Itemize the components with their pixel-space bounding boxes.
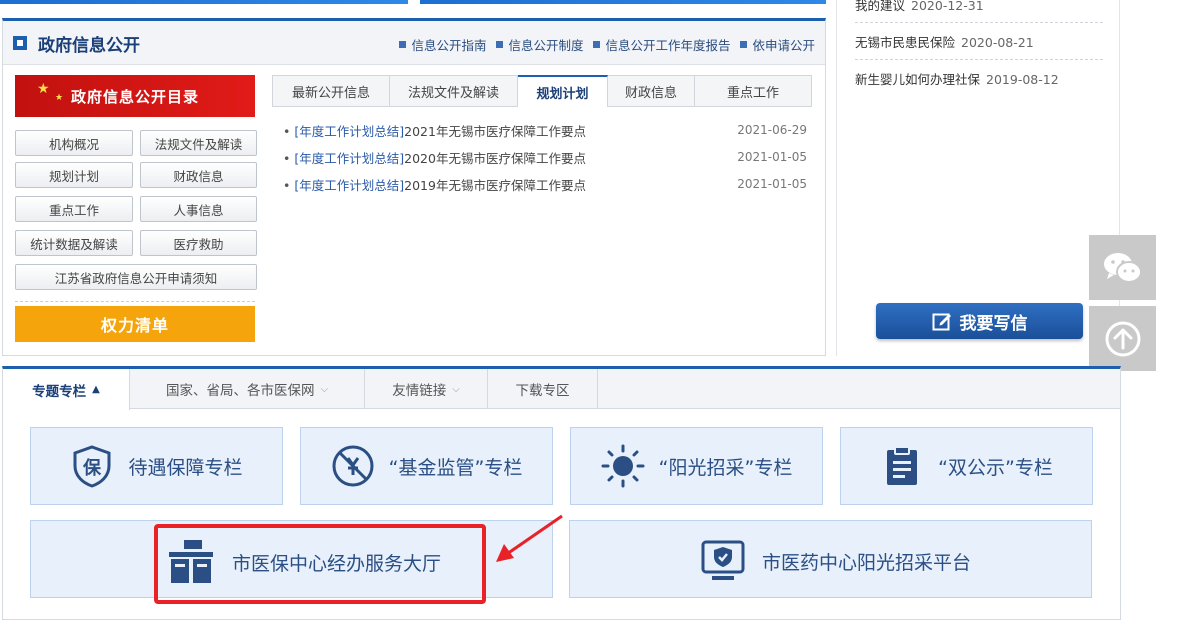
tab-special-topics[interactable]: 专题专栏 ▲ xyxy=(3,369,130,410)
star-icon: ★ xyxy=(55,93,65,103)
tab-planning[interactable]: 规划计划 xyxy=(518,75,608,107)
news-category: [年度工作计划总结] xyxy=(294,123,405,139)
news-item[interactable]: • [年度工作计划总结]2020年无锡市医疗保障工作要点 2021-01-05 xyxy=(283,148,807,166)
monitor-shield-icon xyxy=(701,540,745,580)
catalog-title: 政府信息公开目录 xyxy=(70,87,199,106)
catalog-btn-personnel[interactable]: 人事信息 xyxy=(140,196,257,222)
news-title: 2020年无锡市医疗保障工作要点 xyxy=(404,150,586,166)
news-category: [年度工作计划总结] xyxy=(294,150,405,166)
news-title: 2021年无锡市医疗保障工作要点 xyxy=(404,123,586,139)
fund-supervision-icon xyxy=(332,445,374,487)
news-date: 2021-01-05 xyxy=(737,150,807,164)
tab-key-work[interactable]: 重点工作 xyxy=(695,76,811,106)
square-bullet-icon xyxy=(740,41,748,48)
square-bullet-icon xyxy=(399,41,407,48)
write-letter-button[interactable]: 我要写信 xyxy=(876,303,1083,339)
bullet-icon: • xyxy=(283,150,291,166)
edit-icon xyxy=(932,313,951,331)
news-item[interactable]: • [年度工作计划总结]2021年无锡市医疗保障工作要点 2021-06-29 xyxy=(283,121,807,139)
news-title: 2019年无锡市医疗保障工作要点 xyxy=(404,177,586,193)
tab-healthcare-websites[interactable]: 国家、省局、各市医保网 ⌵ xyxy=(130,369,365,409)
gov-link-annual-report[interactable]: 信息公开工作年度报告 xyxy=(593,35,730,54)
news-date: 2021-01-05 xyxy=(737,177,807,191)
square-bullet-icon xyxy=(496,41,504,48)
gov-info-header: 政府信息公开 信息公开指南 信息公开制度 信息公开工作年度报告 依申请公开 xyxy=(3,21,825,65)
news-category: [年度工作计划总结] xyxy=(294,177,405,193)
wechat-icon xyxy=(1103,252,1142,283)
square-bullet-icon xyxy=(593,41,601,48)
gov-link-apply[interactable]: 依申请公开 xyxy=(740,35,815,54)
power-list-button[interactable]: 权力清单 xyxy=(15,306,255,342)
tile-double-publicity[interactable]: “双公示”专栏 xyxy=(840,427,1093,505)
divider xyxy=(855,59,1103,60)
back-to-top-button[interactable] xyxy=(1089,306,1156,371)
news-tabs: 最新公开信息 法规文件及解读 规划计划 财政信息 重点工作 xyxy=(272,75,812,107)
gov-link-guide[interactable]: 信息公开指南 xyxy=(399,35,486,54)
tile-procurement-platform-content[interactable]: 市医药中心阳光招采平台 xyxy=(700,539,971,583)
gov-info-links: 信息公开指南 信息公开制度 信息公开工作年度报告 依申请公开 xyxy=(399,35,815,54)
right-list-item[interactable]: 我的建议 2020-12-31 xyxy=(855,0,984,14)
sun-icon xyxy=(601,444,645,488)
right-list-item[interactable]: 新生婴儿如何办理社保 2019-08-12 xyxy=(855,69,1059,88)
divider xyxy=(855,22,1103,23)
tile-fund-supervision[interactable]: “基金监管”专栏 xyxy=(300,427,553,505)
tab-finance[interactable]: 财政信息 xyxy=(608,76,695,106)
clipboard-icon xyxy=(887,446,918,485)
tab-downloads[interactable]: 下载专区 xyxy=(488,369,598,409)
wechat-float-button[interactable] xyxy=(1089,235,1156,300)
svg-text:保: 保 xyxy=(82,457,102,479)
shield-icon: 保 xyxy=(73,445,111,488)
tab-regulations[interactable]: 法规文件及解读 xyxy=(390,76,518,106)
catalog-btn-planning[interactable]: 规划计划 xyxy=(15,162,133,188)
tab-friendly-links[interactable]: 友情链接 ⌵ xyxy=(365,369,488,409)
tab-latest[interactable]: 最新公开信息 xyxy=(273,76,390,106)
bullet-icon: • xyxy=(283,123,291,139)
bullet-icon: • xyxy=(283,177,291,193)
special-tabs: 专题专栏 ▲ 国家、省局、各市医保网 ⌵ 友情链接 ⌵ 下载专区 xyxy=(3,369,1120,410)
highlight-box xyxy=(154,524,486,604)
top-banner-left[interactable] xyxy=(0,0,408,4)
tile-sunshine-procurement[interactable]: “阳光招采”专栏 xyxy=(570,427,823,505)
catalog-btn-application-notice[interactable]: 江苏省政府信息公开申请须知 xyxy=(15,264,257,290)
chevron-up-icon: ▲ xyxy=(92,384,100,395)
catalog-btn-medical-aid[interactable]: 医疗救助 xyxy=(140,230,257,256)
chevron-down-icon: ⌵ xyxy=(452,383,460,395)
catalog-divider xyxy=(15,301,255,302)
tile-benefits-guarantee[interactable]: 保 待遇保障专栏 xyxy=(30,427,283,505)
news-date: 2021-06-29 xyxy=(737,123,807,137)
star-icon: ★ xyxy=(37,81,51,97)
write-letter-label: 我要写信 xyxy=(959,313,1028,334)
right-list-item[interactable]: 无锡市民患民保险 2020-08-21 xyxy=(855,32,1034,51)
catalog-btn-finance[interactable]: 财政信息 xyxy=(140,162,257,188)
news-item[interactable]: • [年度工作计划总结]2019年无锡市医疗保障工作要点 2021-01-05 xyxy=(283,175,807,193)
square-icon xyxy=(13,36,27,50)
catalog-btn-org[interactable]: 机构概况 xyxy=(15,130,133,156)
catalog-btn-key-work[interactable]: 重点工作 xyxy=(15,196,133,222)
chevron-down-icon: ⌵ xyxy=(320,383,329,395)
catalog-btn-statistics[interactable]: 统计数据及解读 xyxy=(15,230,133,256)
catalog-btn-regulations[interactable]: 法规文件及解读 xyxy=(140,130,257,156)
gov-link-system[interactable]: 信息公开制度 xyxy=(496,35,583,54)
arrow-annotation-icon xyxy=(496,514,563,562)
gov-info-title: 政府信息公开 xyxy=(38,36,140,56)
arrow-up-circle-icon xyxy=(1105,321,1140,356)
catalog-banner[interactable]: ★ ★ 政府信息公开目录 xyxy=(15,75,255,117)
top-banner-right[interactable] xyxy=(420,0,826,4)
